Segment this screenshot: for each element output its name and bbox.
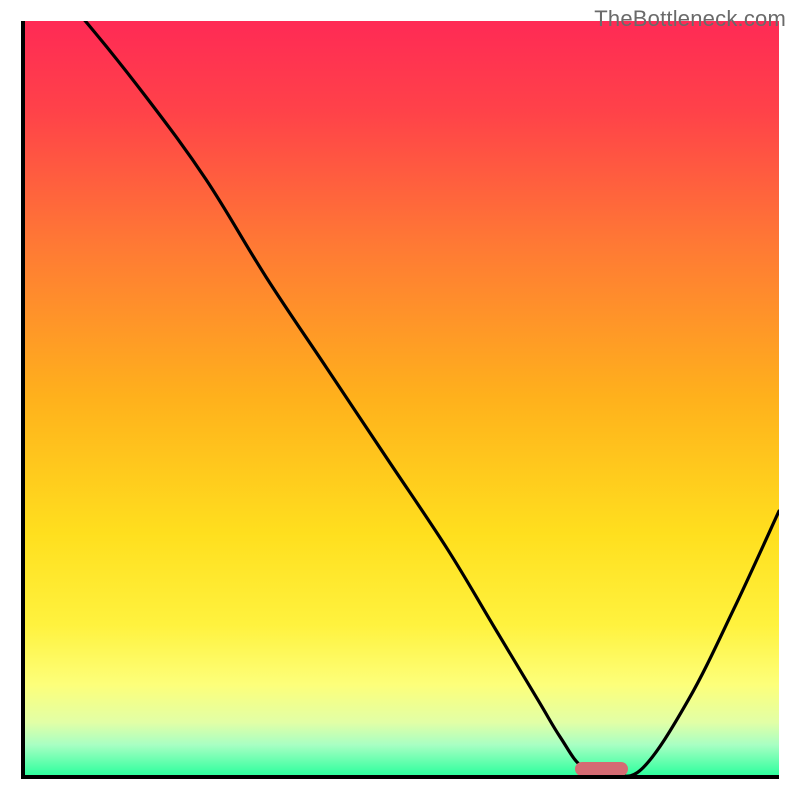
watermark-label: TheBottleneck.com <box>594 6 786 32</box>
chart-container: TheBottleneck.com <box>0 0 800 800</box>
chart-axes <box>21 21 779 779</box>
